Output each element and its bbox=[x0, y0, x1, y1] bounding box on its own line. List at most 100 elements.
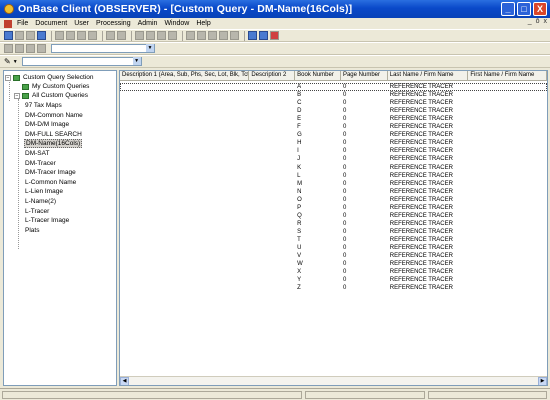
table-row[interactable]: R 0 REFERENCE TRACER bbox=[120, 220, 547, 228]
tree-item[interactable]: DM-D/M Image bbox=[24, 120, 70, 129]
menu-admin[interactable]: Admin bbox=[138, 20, 158, 27]
column-header[interactable]: Last Name / Firm Name bbox=[388, 71, 469, 81]
table-row[interactable]: C 0 REFERENCE TRACER bbox=[120, 99, 547, 107]
close-button[interactable]: X bbox=[533, 2, 547, 16]
toolbar-button-18[interactable] bbox=[219, 31, 228, 40]
collapse-icon[interactable]: − bbox=[5, 74, 11, 81]
tree-item[interactable]: DM-Tracer Image bbox=[24, 168, 77, 177]
table-row[interactable]: Q 0 REFERENCE TRACER bbox=[120, 212, 547, 220]
toolbar-button-13[interactable] bbox=[157, 31, 166, 40]
table-row[interactable]: Z 0 REFERENCE TRACER bbox=[120, 284, 547, 292]
toolbar-button-19[interactable] bbox=[230, 31, 239, 40]
menu-document[interactable]: Document bbox=[35, 20, 67, 27]
table-row[interactable]: N 0 REFERENCE TRACER bbox=[120, 188, 547, 196]
tree-item[interactable]: L-Name(2) bbox=[24, 197, 57, 206]
tree-item[interactable]: Plats bbox=[24, 226, 40, 235]
tree-item[interactable]: DM-Tracer bbox=[24, 159, 57, 168]
column-header[interactable]: First Name / Firm Name bbox=[468, 71, 547, 81]
table-row[interactable]: L 0 REFERENCE TRACER bbox=[120, 172, 547, 180]
toolbar-nav-2[interactable] bbox=[15, 44, 24, 53]
tree-item[interactable]: DM-Name(16Cols) bbox=[24, 139, 83, 149]
table-view-icon[interactable] bbox=[259, 31, 268, 40]
column-header[interactable]: Description 2 bbox=[249, 71, 296, 81]
toolbar-nav-3[interactable] bbox=[26, 44, 35, 53]
mdi-close-button[interactable]: x bbox=[544, 18, 548, 25]
toolbar-button-3[interactable] bbox=[26, 31, 35, 40]
tree-all-queries[interactable]: − All Custom Queries bbox=[14, 91, 89, 100]
menu-processing[interactable]: Processing bbox=[96, 20, 131, 27]
tree-item[interactable]: L-Lien Image bbox=[24, 187, 64, 196]
toolbar-button-12[interactable] bbox=[146, 31, 155, 40]
horizontal-scrollbar[interactable]: ◀ ▶ bbox=[120, 376, 547, 385]
toolbar-button-9[interactable] bbox=[106, 31, 115, 40]
pencil-icon[interactable]: ✎ bbox=[4, 57, 11, 66]
column-header[interactable]: Book Number bbox=[295, 71, 341, 81]
table-row[interactable]: Y 0 REFERENCE TRACER bbox=[120, 276, 547, 284]
table-cell bbox=[249, 196, 295, 204]
maximize-button[interactable]: □ bbox=[517, 2, 531, 16]
toolbar-button-14[interactable] bbox=[168, 31, 177, 40]
menu-doc-icon[interactable] bbox=[4, 19, 12, 28]
toolbar-button-17[interactable] bbox=[208, 31, 217, 40]
tree-item[interactable]: DM-SAT bbox=[24, 149, 50, 158]
toolbar-combo[interactable] bbox=[51, 44, 155, 53]
table-row[interactable]: F 0 REFERENCE TRACER bbox=[120, 123, 547, 131]
table-row[interactable]: H 0 REFERENCE TRACER bbox=[120, 139, 547, 147]
column-header[interactable]: Description 1 (Area, Sub, Phs, Sec, Lot,… bbox=[120, 71, 250, 81]
table-row[interactable]: E 0 REFERENCE TRACER bbox=[120, 115, 547, 123]
toolbar-button-10[interactable] bbox=[117, 31, 126, 40]
toolbar-button-7[interactable] bbox=[77, 31, 86, 40]
table-cell: A bbox=[297, 84, 302, 90]
tree-item[interactable]: L-Tracer Image bbox=[24, 216, 70, 225]
toolbar-button-5[interactable] bbox=[55, 31, 64, 40]
tree-item[interactable]: L-Tracer bbox=[24, 207, 50, 216]
menu-file[interactable]: File bbox=[17, 20, 28, 27]
table-row[interactable]: I 0 REFERENCE TRACER bbox=[120, 147, 547, 155]
tree-item[interactable]: 97 Tax Maps bbox=[24, 101, 63, 110]
collapse-icon[interactable]: − bbox=[14, 92, 20, 99]
annotation-combo[interactable] bbox=[21, 57, 142, 66]
toolbar-button-16[interactable] bbox=[197, 31, 206, 40]
scroll-left-icon[interactable]: ◀ bbox=[120, 377, 129, 385]
toolbar-button-6[interactable] bbox=[66, 31, 75, 40]
grid-view-icon[interactable] bbox=[248, 31, 257, 40]
toolbar-button-2[interactable] bbox=[15, 31, 24, 40]
table-row[interactable]: K 0 REFERENCE TRACER bbox=[120, 164, 547, 172]
table-row[interactable]: P 0 REFERENCE TRACER bbox=[120, 204, 547, 212]
table-row[interactable]: T 0 REFERENCE TRACER bbox=[120, 236, 547, 244]
table-row[interactable]: X 0 REFERENCE TRACER bbox=[120, 268, 547, 276]
clear-icon[interactable] bbox=[270, 31, 279, 40]
table-row[interactable]: U 0 REFERENCE TRACER bbox=[120, 244, 547, 252]
toolbar-nav-1[interactable] bbox=[4, 44, 13, 53]
menu-window[interactable]: Window bbox=[164, 20, 189, 27]
pencil-dropdown-icon[interactable]: ▼ bbox=[13, 59, 18, 65]
table-row[interactable]: D 0 REFERENCE TRACER bbox=[120, 107, 547, 115]
table-row[interactable]: G 0 REFERENCE TRACER bbox=[120, 131, 547, 139]
menu-user[interactable]: User bbox=[74, 20, 89, 27]
tree-item[interactable]: L-Common Name bbox=[24, 178, 77, 187]
retrieve-icon[interactable] bbox=[4, 31, 13, 40]
table-row[interactable]: A 0 REFERENCE TRACER bbox=[120, 83, 547, 91]
toolbar-button-11[interactable] bbox=[135, 31, 144, 40]
toolbar-button-4[interactable] bbox=[37, 31, 46, 40]
toolbar-nav-4[interactable] bbox=[37, 44, 46, 53]
table-row[interactable]: J 0 REFERENCE TRACER bbox=[120, 155, 547, 163]
toolbar-button-8[interactable] bbox=[88, 31, 97, 40]
table-row[interactable]: V 0 REFERENCE TRACER bbox=[120, 252, 547, 260]
scroll-right-icon[interactable]: ▶ bbox=[538, 377, 547, 385]
tree-item[interactable]: DM-FULL SEARCH bbox=[24, 130, 83, 139]
toolbar-button-15[interactable] bbox=[186, 31, 195, 40]
table-row[interactable]: W 0 REFERENCE TRACER bbox=[120, 260, 547, 268]
tree-item[interactable]: DM-Common Name bbox=[24, 111, 84, 120]
column-header[interactable]: Page Number bbox=[341, 71, 388, 81]
mdi-restore-button[interactable]: ō bbox=[536, 18, 540, 25]
tree-root[interactable]: − Custom Query Selection bbox=[5, 73, 94, 82]
tree-my-queries[interactable]: My Custom Queries bbox=[22, 82, 90, 91]
table-row[interactable]: M 0 REFERENCE TRACER bbox=[120, 180, 547, 188]
menu-help[interactable]: Help bbox=[196, 20, 210, 27]
table-row[interactable]: S 0 REFERENCE TRACER bbox=[120, 228, 547, 236]
mdi-minimize-button[interactable]: _ bbox=[528, 18, 532, 25]
table-row[interactable]: B 0 REFERENCE TRACER bbox=[120, 91, 547, 99]
table-row[interactable]: O 0 REFERENCE TRACER bbox=[120, 196, 547, 204]
minimize-button[interactable]: _ bbox=[501, 2, 515, 16]
